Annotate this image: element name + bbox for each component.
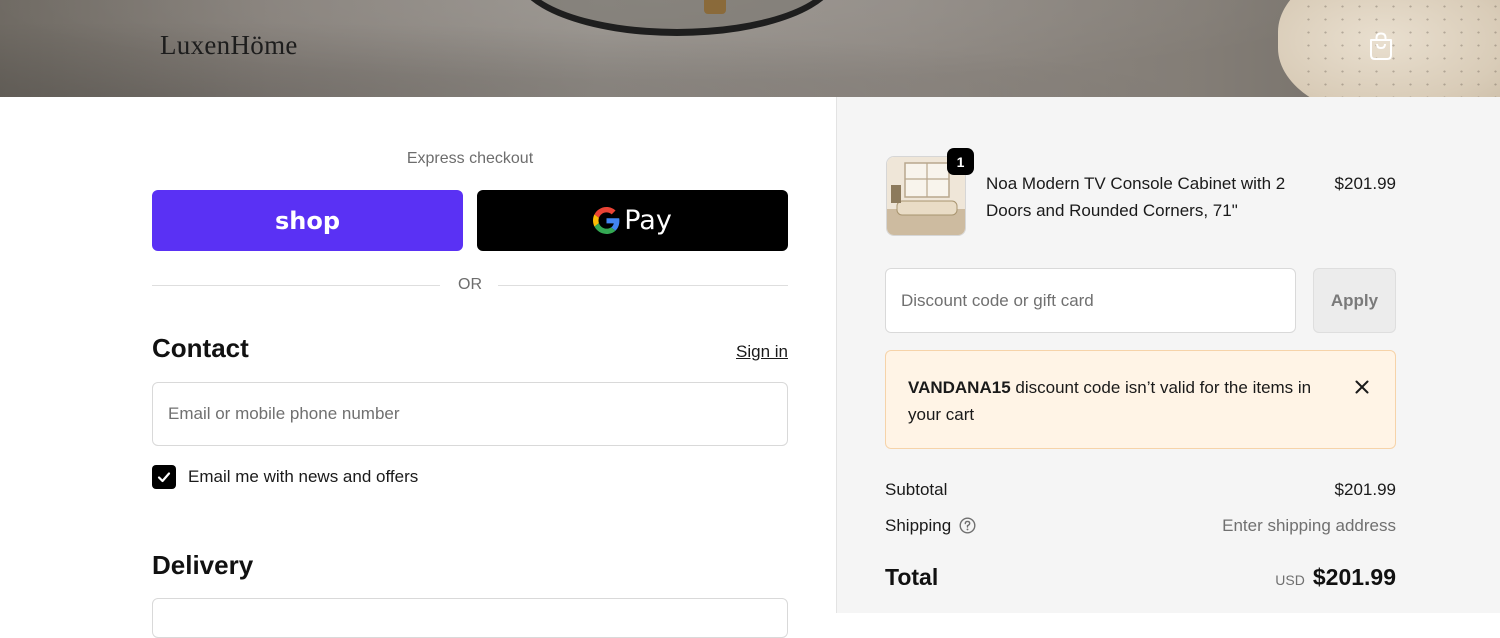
contact-heading: Contact <box>152 333 249 363</box>
google-pay-label: Pay <box>624 205 672 236</box>
discount-error-code: VANDANA15 <box>908 378 1011 397</box>
apply-discount-button[interactable]: Apply <box>1313 268 1396 333</box>
banner-knob-image <box>704 0 726 14</box>
newsletter-option[interactable]: Email me with news and offers <box>152 465 418 489</box>
subtotal-label: Subtotal <box>885 480 948 499</box>
shipping-row: Shipping <box>885 516 976 536</box>
delivery-heading: Delivery <box>152 550 254 580</box>
newsletter-checkbox[interactable] <box>152 465 176 489</box>
checkmark-icon <box>157 472 171 483</box>
total-value-group: USD $201.99 <box>1275 564 1396 591</box>
help-circle-icon[interactable] <box>959 517 976 534</box>
sign-in-link[interactable]: Sign in <box>736 342 788 362</box>
google-pay-button[interactable]: Pay <box>477 190 788 251</box>
total-amount: $201.99 <box>1312 564 1396 590</box>
store-logo[interactable]: LuxenHöme <box>160 30 298 61</box>
newsletter-label: Email me with news and offers <box>188 467 419 486</box>
total-label: Total <box>885 564 939 590</box>
product-name: Noa Modern TV Console Cabinet with 2 Doo… <box>986 174 1286 220</box>
or-text: OR <box>458 276 482 293</box>
email-field[interactable] <box>152 382 788 446</box>
banner-vase-texture <box>1300 0 1500 97</box>
shipping-label: Shipping <box>885 516 952 535</box>
shop-pay-button[interactable]: shop <box>152 190 463 251</box>
discount-code-field[interactable] <box>885 268 1296 333</box>
subtotal-value: $201.99 <box>1334 480 1396 499</box>
quantity-badge: 1 <box>947 148 974 175</box>
close-icon[interactable] <box>1350 375 1374 399</box>
currency-code: USD <box>1275 572 1305 588</box>
header-banner: LuxenHöme <box>0 0 1500 97</box>
shop-pay-label: shop <box>274 206 341 235</box>
google-g-icon <box>593 207 620 234</box>
discount-error-alert: VANDANA15 discount code isn’t valid for … <box>885 350 1396 449</box>
cart-bag-icon[interactable] <box>1368 31 1394 61</box>
express-checkout-label: Express checkout <box>406 150 534 167</box>
discount-error-text: VANDANA15 discount code isn’t valid for … <box>908 374 1328 428</box>
or-divider: OR <box>152 276 788 296</box>
shipping-value: Enter shipping address <box>1222 516 1396 535</box>
delivery-country-select[interactable] <box>152 598 788 638</box>
product-price: $201.99 <box>1334 174 1396 193</box>
